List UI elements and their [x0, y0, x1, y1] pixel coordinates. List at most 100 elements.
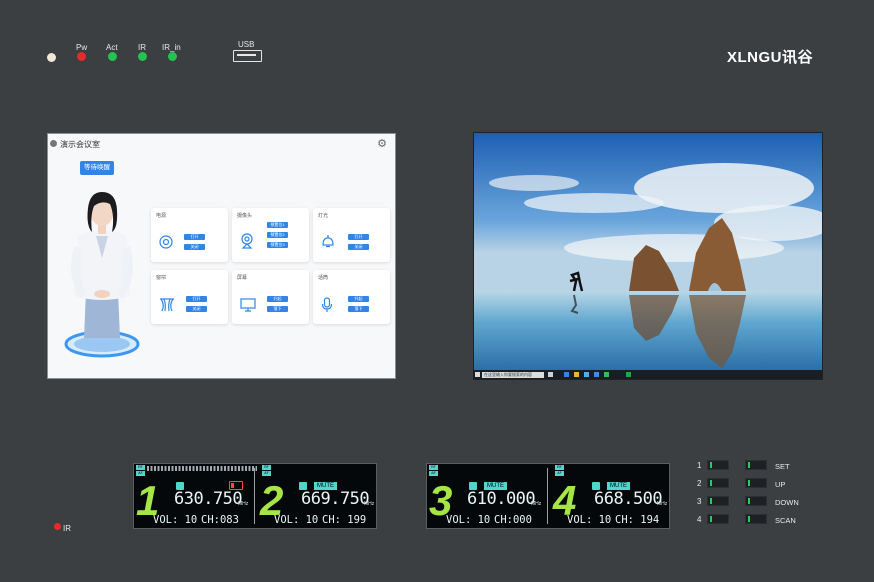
up-label: UP [775, 480, 786, 489]
screen-lower-button[interactable]: 落下 [267, 306, 288, 312]
row-3-number: 3 [697, 497, 702, 506]
frequency: 610.000 [467, 489, 536, 509]
app2-icon[interactable] [626, 372, 631, 377]
room-dot-icon [50, 140, 57, 147]
windows-start-icon[interactable] [475, 372, 480, 377]
light-on-button[interactable]: 打开 [348, 234, 369, 240]
channel-code: CH:083 [201, 514, 239, 526]
wake-status-button[interactable]: 等待唤醒 [80, 161, 114, 175]
ir-led [138, 52, 147, 61]
frequency-unit: MHz [531, 501, 542, 507]
mail-icon[interactable] [594, 372, 599, 377]
frequency: 669.750 [301, 489, 370, 509]
row-1-number: 1 [697, 461, 702, 470]
card-curtain-title: 窗帘 [156, 275, 167, 281]
light-icon [322, 235, 334, 248]
channel-1: RF AF 1 630.750 MHz VOL: 10 CH:083 [134, 464, 257, 528]
light-off-button[interactable]: 关闭 [348, 244, 369, 250]
af-c-tag: AF [429, 471, 438, 476]
rf-b-tag: RF [262, 465, 271, 470]
row-4-number: 4 [697, 515, 702, 524]
volume: VOL: 10 [446, 514, 491, 526]
volume: VOL: 10 [153, 514, 198, 526]
card-microphone[interactable]: 话筒 升起 落下 [313, 270, 390, 324]
curtain-close-button[interactable]: 关闭 [186, 306, 207, 312]
down-label: DOWN [775, 498, 799, 507]
card-camera[interactable]: 摄像头 预置位1 预置位2 预置位3 [232, 208, 309, 262]
room-title: 演示会议室 [60, 140, 100, 149]
act-label: Act [106, 43, 118, 52]
af-d-tag: AF [555, 471, 564, 476]
card-curtain[interactable]: 窗帘 打开 关闭 [151, 270, 228, 324]
af-b-tag: AF [262, 471, 271, 476]
act-led [108, 52, 117, 61]
camera-preset-1-button[interactable]: 预置位1 [267, 222, 288, 228]
camera-preset-3-button[interactable]: 预置位3 [267, 242, 288, 248]
browser-icon[interactable] [564, 372, 569, 377]
frequency-unit: MHz [364, 501, 375, 507]
microphone-icon [321, 297, 333, 312]
mic-raise-button[interactable]: 升起 [348, 296, 369, 302]
af-a-tag: AF [136, 471, 145, 476]
power-on-button[interactable]: 打开 [184, 234, 205, 240]
receiver-display-1: RF AF 1 630.750 MHz VOL: 10 CH:083 RF AF… [133, 463, 377, 529]
screen-icon [240, 298, 256, 312]
standby-led [47, 53, 56, 62]
card-camera-title: 摄像头 [237, 213, 253, 219]
channel-2: RF AF MUTE 2 669.750 MHz VOL: 10 CH: 199 [255, 464, 375, 528]
row-1-led [707, 460, 729, 470]
frequency-unit: MHz [657, 501, 668, 507]
app-icon[interactable] [604, 372, 609, 377]
card-screen-title: 屏幕 [237, 275, 248, 281]
settings-gear-icon[interactable]: ⚙ [377, 137, 387, 150]
brand-text: XLNGU讯谷 [727, 49, 814, 66]
ir-receiver-label: IR [63, 524, 71, 533]
screen-raise-button[interactable]: 升起 [267, 296, 288, 302]
brand-logo: XLNGU讯谷 [727, 46, 813, 67]
pw-label: Pw [76, 43, 88, 52]
card-power[interactable]: 电源 打开 关闭 [151, 208, 228, 262]
meeting-control-screen[interactable]: 演示会议室 ⚙ 等待唤醒 电源 打开 关闭 摄像头 预置位1 预置位2 预置位3… [47, 133, 396, 379]
usb-port-icon[interactable] [233, 50, 262, 62]
card-light[interactable]: 灯光 打开 关闭 [313, 208, 390, 262]
curtain-open-button[interactable]: 打开 [186, 296, 207, 302]
set-button[interactable] [745, 460, 767, 470]
volume: VOL: 10 [567, 514, 612, 526]
scan-label: SCAN [775, 516, 796, 525]
row-2-number: 2 [697, 479, 702, 488]
card-light-title: 灯光 [318, 213, 329, 219]
channel-code: CH: 199 [322, 514, 367, 526]
volume: VOL: 10 [274, 514, 319, 526]
taskbar[interactable]: 在这里输入你要搜索的内容 [474, 370, 822, 379]
card-screen[interactable]: 屏幕 升起 落下 [232, 270, 309, 324]
desktop-screen[interactable]: 在这里输入你要搜索的内容 [473, 132, 823, 380]
pw-led [77, 52, 86, 61]
desktop-wallpaper [474, 133, 822, 371]
rf-a-tag: RF [136, 465, 145, 470]
usb-label: USB [238, 40, 255, 49]
scan-button[interactable] [745, 514, 767, 524]
row-2-led [707, 478, 729, 488]
ir-in-label: IR_in [162, 43, 181, 52]
channel-code: CH: 194 [615, 514, 660, 526]
virtual-host-avatar [64, 192, 140, 358]
row-4-led [707, 514, 729, 524]
taskbar-search-input[interactable]: 在这里输入你要搜索的内容 [482, 371, 544, 378]
row-3-led [707, 496, 729, 506]
receiver-display-2: RF AF MUTE 3 610.000 MHz VOL: 10 CH:000 … [426, 463, 670, 529]
folder-icon[interactable] [574, 372, 579, 377]
card-power-title: 电源 [156, 213, 167, 219]
task-view-icon[interactable] [548, 372, 553, 377]
frequency: 630.750 [174, 489, 243, 509]
camera-preset-2-button[interactable]: 预置位2 [267, 232, 288, 238]
set-label: SET [775, 462, 790, 471]
ir-receiver-led [54, 523, 61, 530]
down-button[interactable] [745, 496, 767, 506]
store-icon[interactable] [584, 372, 589, 377]
power-icon [159, 235, 173, 249]
power-off-button[interactable]: 关闭 [184, 244, 205, 250]
channel-3: RF AF MUTE 3 610.000 MHz VOL: 10 CH:000 [427, 464, 547, 528]
signal-meter [147, 466, 257, 471]
mic-lower-button[interactable]: 落下 [348, 306, 369, 312]
up-button[interactable] [745, 478, 767, 488]
